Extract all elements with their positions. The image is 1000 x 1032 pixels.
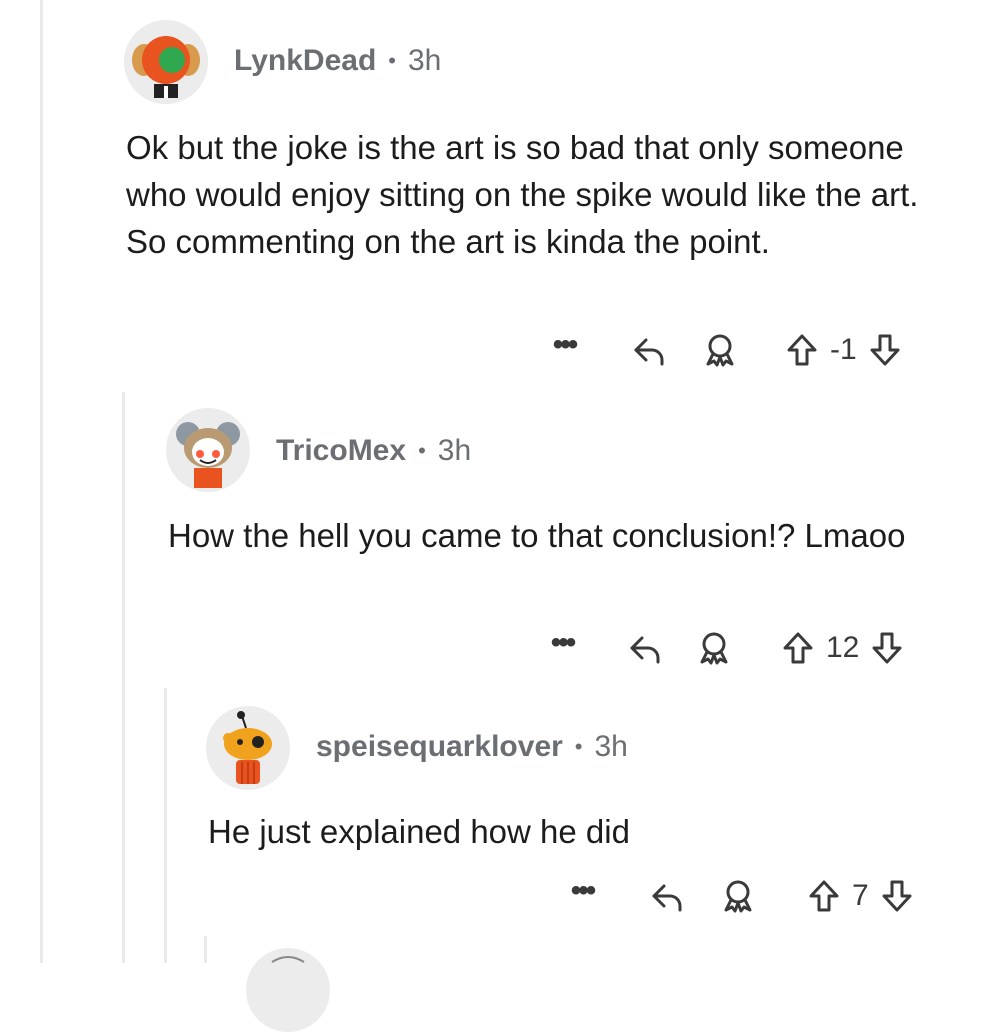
downvote-arrow-icon bbox=[882, 880, 912, 912]
upvote-button[interactable] bbox=[780, 330, 824, 370]
comment-meta: TricoMex • 3h bbox=[276, 434, 471, 468]
comment-actions: ••• -1 bbox=[542, 330, 907, 370]
comment-body: How the hell you came to that conclusion… bbox=[168, 517, 906, 554]
award-icon bbox=[706, 334, 734, 367]
avatar[interactable] bbox=[206, 706, 290, 790]
comment-actions: ••• 12 bbox=[540, 628, 909, 668]
reply-button[interactable] bbox=[646, 876, 690, 916]
comment-actions: ••• 7 bbox=[560, 876, 919, 916]
upvote-arrow-icon bbox=[783, 632, 813, 664]
comment-speisequarklover: speisequarklover • 3h He just explained … bbox=[0, 686, 1000, 926]
upvote-button[interactable] bbox=[802, 876, 846, 916]
username[interactable]: LynkDead bbox=[234, 44, 376, 78]
reply-arrow-icon bbox=[630, 636, 660, 664]
avatar-next-comment[interactable] bbox=[246, 948, 330, 1032]
comment-meta: speisequarklover • 3h bbox=[316, 730, 628, 764]
comment-tricomex: TricoMex • 3h How the hell you came to t… bbox=[0, 390, 1000, 686]
vote-score: -1 bbox=[830, 333, 857, 366]
award-icon bbox=[700, 632, 728, 665]
username[interactable]: speisequarklover bbox=[316, 730, 563, 764]
upvote-button[interactable] bbox=[776, 628, 820, 668]
upvote-arrow-icon bbox=[787, 334, 817, 366]
timestamp: 3h bbox=[594, 730, 628, 763]
more-options-button[interactable]: ••• bbox=[542, 325, 586, 375]
downvote-arrow-icon bbox=[872, 632, 902, 664]
meta-separator: • bbox=[388, 48, 396, 73]
avatar[interactable] bbox=[166, 408, 250, 492]
timestamp: 3h bbox=[407, 44, 442, 77]
comment-meta: LynkDead • 3h bbox=[234, 44, 441, 78]
award-button[interactable] bbox=[692, 628, 736, 668]
vote-score: 12 bbox=[826, 631, 860, 664]
upvote-arrow-icon bbox=[809, 880, 839, 912]
timestamp: 3h bbox=[437, 434, 472, 467]
downvote-arrow-icon bbox=[870, 334, 900, 366]
meta-separator: • bbox=[418, 438, 426, 463]
comment-lynkdead: LynkDead • 3h Ok but the joke is the art… bbox=[0, 0, 1000, 390]
meta-separator: • bbox=[574, 734, 583, 759]
username[interactable]: TricoMex bbox=[276, 434, 406, 468]
award-button[interactable] bbox=[698, 330, 742, 370]
reply-arrow-icon bbox=[652, 884, 682, 912]
award-button[interactable] bbox=[716, 876, 760, 916]
award-icon bbox=[724, 880, 752, 913]
reply-button[interactable] bbox=[624, 628, 668, 668]
downvote-button[interactable] bbox=[865, 628, 909, 668]
reply-button[interactable] bbox=[628, 330, 672, 370]
vote-score: 7 bbox=[852, 879, 869, 912]
reply-arrow-icon bbox=[634, 338, 664, 366]
more-options-button[interactable]: ••• bbox=[540, 623, 584, 673]
more-options-button[interactable]: ••• bbox=[560, 871, 604, 921]
downvote-button[interactable] bbox=[875, 876, 919, 916]
comment-body: He just explained how he did bbox=[208, 813, 630, 850]
thread-line-level-3[interactable] bbox=[204, 936, 207, 963]
avatar[interactable] bbox=[124, 20, 208, 104]
downvote-button[interactable] bbox=[863, 330, 907, 370]
comment-body: Ok but the joke is the art is so bad tha… bbox=[126, 129, 919, 260]
